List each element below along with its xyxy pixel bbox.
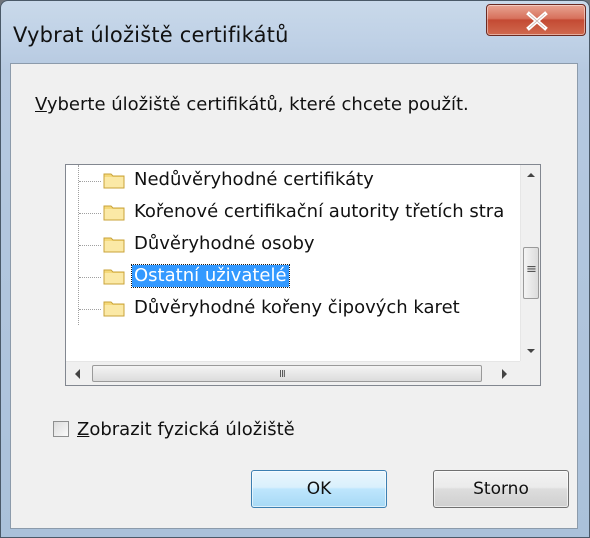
folder-icon <box>103 173 125 189</box>
instruction-label: Vyberte úložiště certifikátů, které chce… <box>35 94 469 115</box>
scrollbar-corner <box>520 361 540 385</box>
close-button[interactable] <box>486 4 586 36</box>
scroll-left-button[interactable] <box>66 362 90 385</box>
tree-connector <box>79 213 101 214</box>
tree-connector <box>79 277 101 278</box>
checkbox-label-text: obrazit fyzická úložiště <box>89 419 295 440</box>
tree-item-trusted-people[interactable]: Důvěryhodné osoby <box>66 229 520 261</box>
tree-item-label: Důvěryhodné kořeny čipových karet <box>134 297 460 318</box>
folder-icon <box>103 301 125 317</box>
chevron-left-icon <box>75 369 80 379</box>
tree-item-other-people[interactable]: Ostatní uživatelé <box>66 261 520 293</box>
chevron-up-icon <box>527 173 535 177</box>
scroll-grip-icon: ≡ <box>526 262 537 277</box>
close-icon <box>526 11 548 31</box>
vertical-scrollbar[interactable]: ≡ <box>520 165 540 361</box>
tree-connector <box>79 181 101 182</box>
horizontal-scrollbar[interactable]: III <box>66 361 520 385</box>
checkbox-accesskey: Z <box>77 419 90 440</box>
certificate-store-tree[interactable]: Nedůvěryhodné certifikáty Kořenové certi… <box>65 164 541 386</box>
checkbox-box[interactable] <box>53 421 69 437</box>
chevron-right-icon <box>502 369 507 379</box>
scroll-down-button[interactable] <box>521 341 540 361</box>
tree-item-third-party-root-authorities[interactable]: Kořenové certifikační autority třetích s… <box>66 197 520 229</box>
tree-item-label: Kořenové certifikační autority třetích s… <box>134 201 505 222</box>
dialog-content: Vyberte úložiště certifikátů, které chce… <box>10 63 578 529</box>
tree-connector <box>79 309 101 310</box>
tree-item-smart-card-trusted-roots[interactable]: Důvěryhodné kořeny čipových karet <box>66 293 520 325</box>
folder-icon <box>103 205 125 221</box>
tree-items: Nedůvěryhodné certifikáty Kořenové certi… <box>66 165 520 361</box>
scroll-grip-icon: III <box>279 369 286 380</box>
tree-item-label: Ostatní uživatelé <box>131 264 290 288</box>
tree-connector <box>79 245 101 246</box>
folder-icon <box>103 237 125 253</box>
chevron-down-icon <box>527 349 535 353</box>
tree-item-label: Důvěryhodné osoby <box>134 233 315 254</box>
checkbox-label: Zobrazit fyzická úložiště <box>77 419 295 440</box>
vertical-scroll-thumb[interactable]: ≡ <box>523 247 539 299</box>
horizontal-scroll-thumb[interactable]: III <box>92 365 482 382</box>
tree-item-label: Nedůvěryhodné certifikáty <box>134 169 374 190</box>
dialog-window: Vybrat úložiště certifikátů Vyberte úlož… <box>0 0 590 538</box>
scroll-right-button[interactable] <box>492 362 516 385</box>
cancel-button[interactable]: Storno <box>433 470 569 508</box>
title-bar[interactable]: Vybrat úložiště certifikátů <box>1 1 589 61</box>
ok-button[interactable]: OK <box>251 470 387 508</box>
scroll-up-button[interactable] <box>521 165 540 185</box>
tree-item-untrusted-certificates[interactable]: Nedůvěryhodné certifikáty <box>66 165 520 197</box>
prompt-accesskey: V <box>35 94 47 115</box>
folder-icon <box>103 269 125 285</box>
prompt-text: yberte úložiště certifikátů, které chcet… <box>46 94 469 115</box>
window-title: Vybrat úložiště certifikátů <box>13 23 289 47</box>
